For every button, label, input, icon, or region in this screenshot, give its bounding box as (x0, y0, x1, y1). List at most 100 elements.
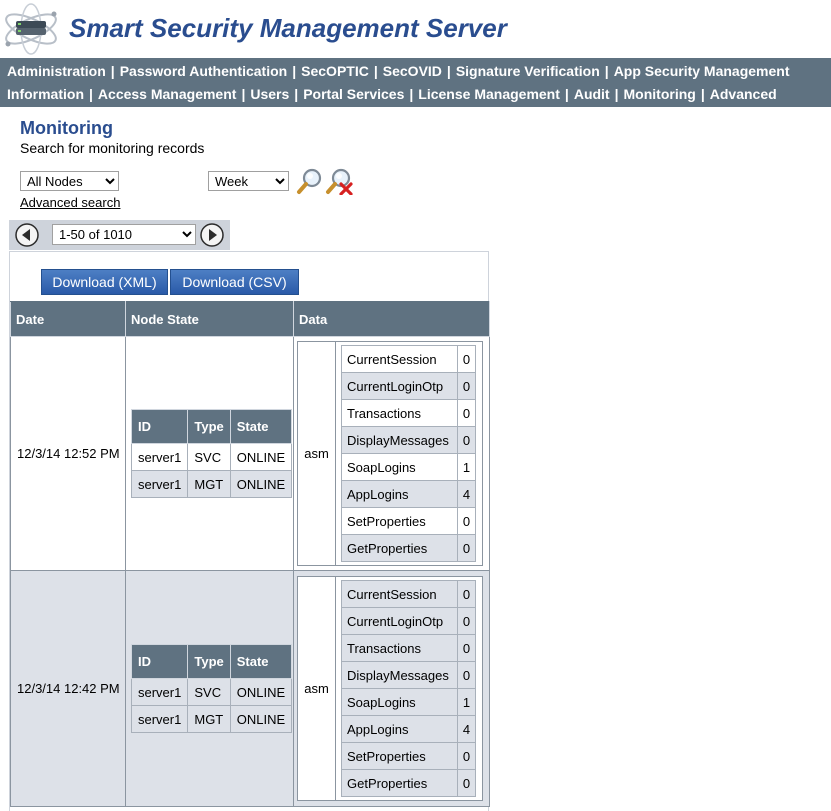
nav-item-advanced[interactable]: Advanced (710, 86, 777, 102)
data-group-name: asm (297, 576, 336, 801)
nav-item-license-management[interactable]: License Management (418, 86, 560, 102)
metrics-container: CurrentSession 0 CurrentLoginOtp 0 Trans… (335, 341, 483, 566)
data-cell: asm CurrentSession 0 CurrentLoginOtp 0 T… (293, 570, 490, 807)
nav-item-portal-services[interactable]: Portal Services (303, 86, 404, 102)
nav-separator: | (446, 63, 451, 79)
metric-value: 4 (457, 480, 476, 508)
nav-item-audit[interactable]: Audit (574, 86, 610, 102)
node-state: ONLINE (229, 678, 293, 706)
metric-value: 0 (457, 399, 476, 427)
node-id: server1 (130, 678, 189, 706)
nav-row-2: Information | Access Management | Users | Port… (7, 83, 777, 105)
metric-value: 0 (457, 607, 476, 635)
metric-name: SoapLogins (341, 453, 458, 481)
nav-item-signature-verification[interactable]: Signature Verification (456, 63, 600, 79)
metric-value: 0 (457, 534, 476, 562)
nav-separator: | (604, 63, 609, 79)
node-type: MGT (187, 705, 231, 733)
metric-value: 0 (457, 769, 476, 797)
atom-server-logo-icon (5, 3, 57, 55)
nav-item-access-management[interactable]: Access Management (98, 86, 237, 102)
nav-item-app-security-management[interactable]: App Security Management (614, 63, 790, 79)
magnifier-icon[interactable] (296, 167, 324, 195)
data-group-table: asm CurrentSession 0 CurrentLoginOtp 0 T… (297, 576, 483, 801)
date-cell: 12/3/14 12:42 PM (10, 570, 126, 807)
nav-separator: | (110, 63, 115, 79)
metric-name: AppLogins (341, 480, 458, 508)
main-nav: Administration | Password Authentication | S… (0, 58, 831, 107)
node-state: ONLINE (229, 443, 293, 471)
metric-row: DisplayMessages 0 (341, 661, 476, 689)
advanced-search-link[interactable]: Advanced search (20, 195, 120, 210)
node-id: server1 (130, 705, 189, 733)
metric-value: 0 (457, 345, 476, 373)
node-row: server1 MGT ONLINE (130, 705, 293, 733)
metric-value: 0 (457, 372, 476, 400)
metrics-container: CurrentSession 0 CurrentLoginOtp 0 Trans… (335, 576, 483, 801)
node-filter-select[interactable]: All Nodes (20, 171, 119, 191)
metric-name: SoapLogins (341, 688, 458, 716)
metric-row: Transactions 0 (341, 399, 476, 427)
arrow-right-icon[interactable] (200, 223, 224, 247)
results-panel: Download (XML) Download (CSV) Date Node … (9, 251, 490, 811)
nav-separator: | (292, 63, 297, 79)
metric-name: CurrentLoginOtp (341, 607, 458, 635)
nav-item-secoptic[interactable]: SecOPTIC (301, 63, 369, 79)
metric-value: 0 (457, 507, 476, 535)
node-col-type: Type (187, 644, 231, 679)
download-xml-button[interactable]: Download (XML) (41, 269, 168, 295)
node-col-id: ID (130, 409, 189, 444)
nav-separator: | (409, 86, 414, 102)
metric-name: CurrentSession (341, 580, 458, 608)
magnifier-clear-icon[interactable] (325, 167, 353, 195)
node-col-id: ID (130, 644, 189, 679)
metric-name: SetProperties (341, 742, 458, 770)
column-header-date[interactable]: Date (10, 301, 126, 337)
data-cell: asm CurrentSession 0 CurrentLoginOtp 0 T… (293, 336, 490, 571)
nav-item-secovid[interactable]: SecOVID (383, 63, 442, 79)
nav-item-administration[interactable]: Administration (7, 63, 106, 79)
period-filter-select[interactable]: Week (208, 171, 289, 191)
node-type: SVC (187, 678, 231, 706)
nav-item-users[interactable]: Users (250, 86, 289, 102)
metric-row: SetProperties 0 (341, 507, 476, 535)
column-header-data[interactable]: Data (293, 301, 490, 337)
metric-row: CurrentLoginOtp 0 (341, 372, 476, 400)
node-state-cell: ID Type State server1 SVC ONLINE server1… (125, 570, 294, 807)
node-state-table: ID Type State server1 SVC ONLINE server1… (130, 644, 293, 733)
nav-item-information[interactable]: Information (7, 86, 84, 102)
arrow-left-icon[interactable] (15, 223, 39, 247)
nav-separator: | (373, 63, 378, 79)
download-csv-button[interactable]: Download (CSV) (170, 269, 299, 295)
nav-separator: | (614, 86, 619, 102)
metric-name: DisplayMessages (341, 661, 458, 689)
nav-item-monitoring[interactable]: Monitoring (624, 86, 696, 102)
metric-row: CurrentLoginOtp 0 (341, 607, 476, 635)
metric-name: GetProperties (341, 769, 458, 797)
metric-row: AppLogins 4 (341, 480, 476, 508)
page-range-select[interactable]: 1-50 of 1010 (52, 224, 196, 245)
nav-item-password-authentication[interactable]: Password Authentication (120, 63, 288, 79)
metric-row: DisplayMessages 0 (341, 426, 476, 454)
metric-name: Transactions (341, 634, 458, 662)
node-col-state: State (229, 644, 293, 679)
table-header-row: Date Node State Data (10, 301, 490, 337)
node-col-type: Type (187, 409, 231, 444)
app-title: Smart Security Management Server (69, 13, 507, 43)
node-header-row: ID Type State (130, 644, 293, 679)
metric-row: SoapLogins 1 (341, 453, 476, 481)
page-subtitle: Search for monitoring records (20, 140, 205, 156)
metric-row: GetProperties 0 (341, 769, 476, 797)
node-state: ONLINE (229, 705, 293, 733)
metric-value: 0 (457, 742, 476, 770)
monitoring-table: Date Node State Data 12/3/14 12:52 PM ID… (10, 301, 490, 807)
node-row: server1 SVC ONLINE (130, 443, 293, 471)
metric-name: Transactions (341, 399, 458, 427)
metric-value: 0 (457, 426, 476, 454)
node-row: server1 SVC ONLINE (130, 678, 293, 706)
metric-value: 0 (457, 580, 476, 608)
nav-separator: | (564, 86, 569, 102)
column-header-node-state[interactable]: Node State (125, 301, 294, 337)
node-id: server1 (130, 443, 189, 471)
metric-row: Transactions 0 (341, 634, 476, 662)
